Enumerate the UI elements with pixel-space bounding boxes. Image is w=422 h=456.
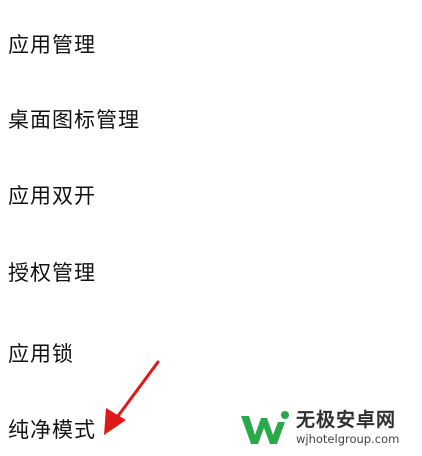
menu-item-label: 纯净模式 xyxy=(8,418,96,442)
watermark-site-name: 无极安卓网 xyxy=(296,409,397,432)
menu-item-pure-mode[interactable]: 纯净模式 xyxy=(8,411,96,447)
menu-item-desktop-icon-management[interactable]: 桌面图标管理 xyxy=(8,101,140,137)
menu-item-app-management[interactable]: 应用管理 xyxy=(8,26,96,62)
menu-item-label: 桌面图标管理 xyxy=(8,108,140,132)
menu-item-label: 授权管理 xyxy=(8,261,96,285)
menu-item-label: 应用管理 xyxy=(8,33,96,57)
menu-item-permission-management[interactable]: 授权管理 xyxy=(8,254,96,290)
menu-item-app-lock[interactable]: 应用锁 xyxy=(8,335,74,371)
watermark: 无极安卓网 wjhotelgroup.com xyxy=(238,404,418,452)
watermark-url: wjhotelgroup.com xyxy=(296,432,400,447)
red-arrow-icon xyxy=(104,360,160,435)
menu-item-label: 应用锁 xyxy=(8,342,74,366)
menu-item-label: 应用双开 xyxy=(8,184,96,208)
w-logo-icon xyxy=(241,411,289,444)
menu-item-app-twin[interactable]: 应用双开 xyxy=(8,177,96,213)
